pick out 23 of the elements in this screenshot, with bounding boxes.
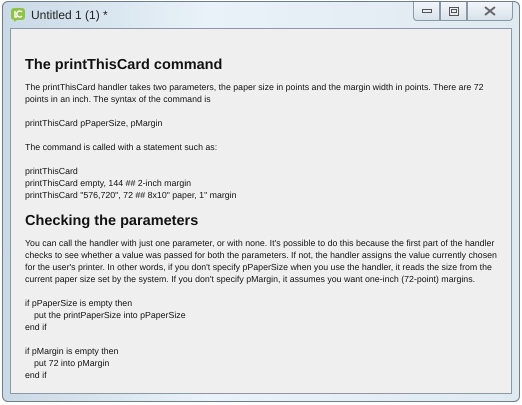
maximize-button[interactable]	[440, 2, 467, 21]
paragraph: You can call the handler with just one parameter, or with none. It's possible to do this because the first part of the handler checks to see whether a value was passed for both the parameters. If not, the handler assigns the value currently chosen for the user's printer. In other words, if you don't specify pPaperSize when you use the handler, it reads the size from the current paper size set by the system. If you don't specify pMargin, it assumes you want one-inch (72-point) margins.	[25, 237, 497, 285]
window-title: Untitled 1 (1) *	[31, 8, 108, 22]
code-line: if pMargin is empty then	[25, 345, 120, 357]
app-logo-icon	[11, 8, 25, 22]
code-line: end if	[25, 321, 48, 333]
code-line: end if	[25, 369, 48, 381]
code-line: printThisCard	[25, 165, 79, 177]
code-line: printThisCard empty, 144 ## 2-inch margin	[25, 177, 192, 189]
minimize-button[interactable]	[413, 2, 440, 21]
section-heading: Checking the parameters	[25, 213, 200, 229]
paragraph: The command is called with a statement such as:	[25, 141, 218, 153]
code-line: if pPaperSize is empty then	[25, 297, 134, 309]
code-line: printThisCard "576,720", 72 ## 8x10" paper, 1" margin	[25, 189, 238, 201]
minimize-icon	[422, 8, 432, 14]
code-line: put the printPaperSize into pPaperSize	[33, 309, 187, 321]
paragraph: The printThisCard handler takes two parameters, the paper size in points and the margin width in points. There are 72 points in an inch. The syntax of the command is	[25, 81, 484, 105]
section-heading: The printThisCard command	[25, 57, 224, 73]
close-button[interactable]	[467, 2, 513, 21]
code-line: printThisCard pPaperSize, pMargin	[25, 117, 164, 129]
code-line: put 72 into pMargin	[33, 357, 110, 369]
maximize-icon	[448, 6, 458, 16]
close-icon	[484, 6, 496, 16]
